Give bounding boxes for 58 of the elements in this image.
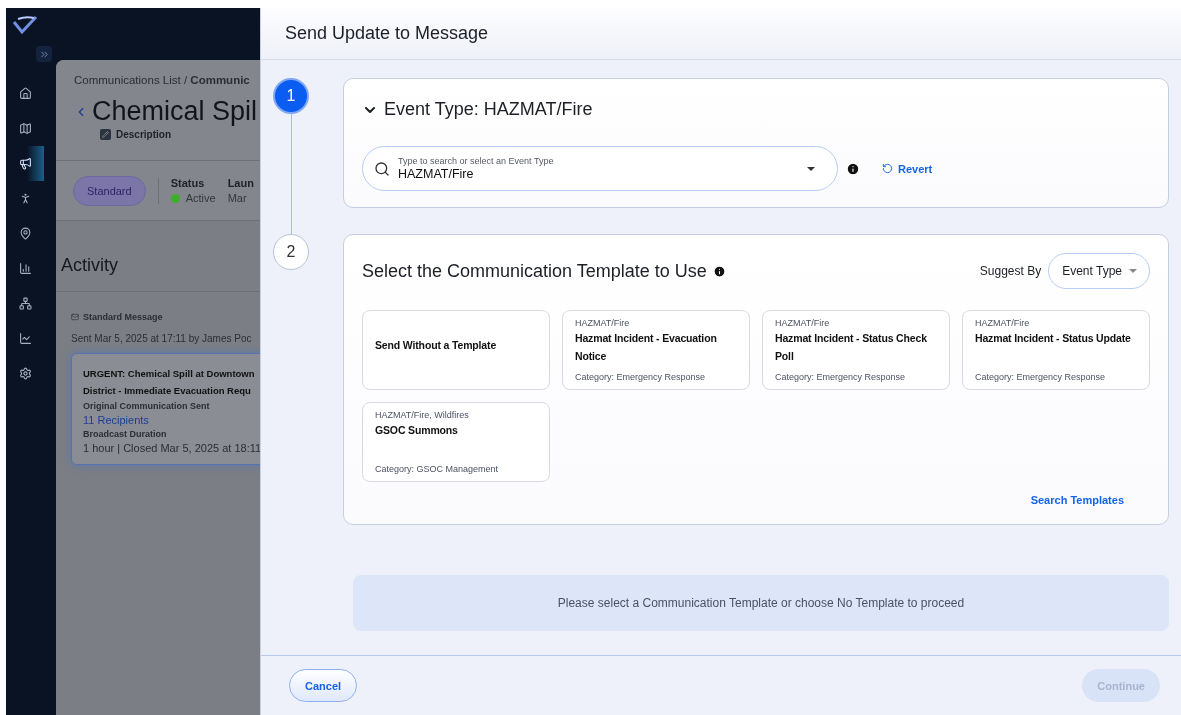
- template-tags: HAZMAT/Fire: [775, 318, 937, 328]
- expand-sidebar-button[interactable]: [36, 46, 52, 62]
- step-number: 2: [273, 234, 309, 270]
- revert-link[interactable]: Revert: [882, 162, 933, 175]
- template-tags: HAZMAT/Fire, Wildfires: [375, 410, 537, 420]
- template-card[interactable]: HAZMAT/Fire Hazmat Incident - Evacuation Notice Category: Emergency Response: [562, 310, 750, 390]
- status-value: Active: [185, 192, 216, 204]
- field-label: Broadcast Duration: [83, 429, 168, 439]
- logo-icon: [12, 14, 38, 36]
- template-tags: HAZMAT/Fire: [575, 318, 737, 328]
- message-title: District - Immediate Evacuation Requ: [83, 385, 251, 396]
- message-card[interactable]: URGENT: Chemical Spill at Downtown District - Immediate Evacuation Requ Original Communication Sent 11 Recipients Broadcast Duration 1 hour | Closed Mar 5, 2025 at 18:11: [71, 353, 260, 465]
- template-category: Category: Emergency Response: [575, 372, 707, 382]
- section-heading: Event Type: HAZMAT/Fire: [384, 99, 593, 120]
- dropdown-caret-icon: [1129, 269, 1137, 273]
- status-label: Status: [170, 177, 206, 189]
- field-value: HAZMAT/Fire: [398, 167, 475, 181]
- page-title: Chemical Spil: [92, 96, 258, 127]
- template-category: Category: Emergency Response: [775, 372, 907, 382]
- info-banner: Please select a Communication Template or choose No Template to proceed: [353, 575, 1169, 631]
- cancel-button[interactable]: Cancel: [289, 669, 358, 702]
- template-name: Send Without a Template: [375, 338, 498, 353]
- field-label: Original Communication Sent: [83, 401, 211, 411]
- type-badge: Standard: [73, 175, 146, 206]
- suggest-by-select[interactable]: Event Type: [1048, 253, 1150, 289]
- duration-value: 1 hour | Closed Mar 5, 2025 at 18:11: [83, 442, 260, 454]
- template-category: Category: Emergency Response: [975, 372, 1107, 382]
- template-name: GSOC Summons: [375, 423, 459, 438]
- template-name: Hazmat Incident - Status Update: [975, 331, 1132, 346]
- search-templates-link[interactable]: Search Templates: [1030, 494, 1124, 506]
- info-icon[interactable]: [712, 264, 726, 278]
- suggest-label: Suggest By: [979, 264, 1042, 278]
- template-card[interactable]: HAZMAT/Fire Hazmat Incident - Status Check Poll Category: Emergency Response: [762, 310, 950, 390]
- template-category: Category: GSOC Management: [375, 464, 500, 474]
- template-card[interactable]: HAZMAT/Fire Hazmat Incident - Status Update Category: Emergency Response: [962, 310, 1150, 390]
- sent-info: Sent Mar 5, 2025 at 17:11 by James Poc: [71, 333, 252, 344]
- event-type-field[interactable]: Type to search or select an Event Type HAZMAT/Fire: [362, 146, 838, 191]
- description-link[interactable]: Description: [116, 129, 171, 140]
- edit-icon[interactable]: [100, 129, 111, 140]
- message-type: Standard Message: [83, 312, 163, 322]
- launch-label: Laun: [227, 177, 254, 189]
- field-label: Type to search or select an Event Type: [398, 156, 555, 166]
- modal-title: Send Update to Message: [261, 8, 1181, 60]
- section-heading: Select the Communication Template to Use: [362, 260, 707, 282]
- message-title: URGENT: Chemical Spill at Downtown: [83, 368, 255, 379]
- search-icon: [374, 160, 390, 177]
- template-card[interactable]: HAZMAT/Fire, Wildfires GSOC Summons Category: GSOC Management: [362, 402, 550, 482]
- step-number: 1: [273, 78, 309, 114]
- breadcrumb: Communications List / Communic: [74, 74, 251, 86]
- launch-value: Mar: [227, 192, 248, 204]
- template-tags: HAZMAT/Fire: [975, 318, 1137, 328]
- info-icon[interactable]: [846, 161, 860, 176]
- template-name: Hazmat Incident - Status Check Poll: [775, 331, 928, 364]
- template-name: Hazmat Incident - Evacuation Notice: [575, 331, 718, 364]
- template-card[interactable]: Send Without a Template: [362, 310, 550, 390]
- dropdown-caret-icon: [807, 166, 815, 171]
- undo-icon: [882, 163, 893, 174]
- message-icon: [71, 313, 79, 321]
